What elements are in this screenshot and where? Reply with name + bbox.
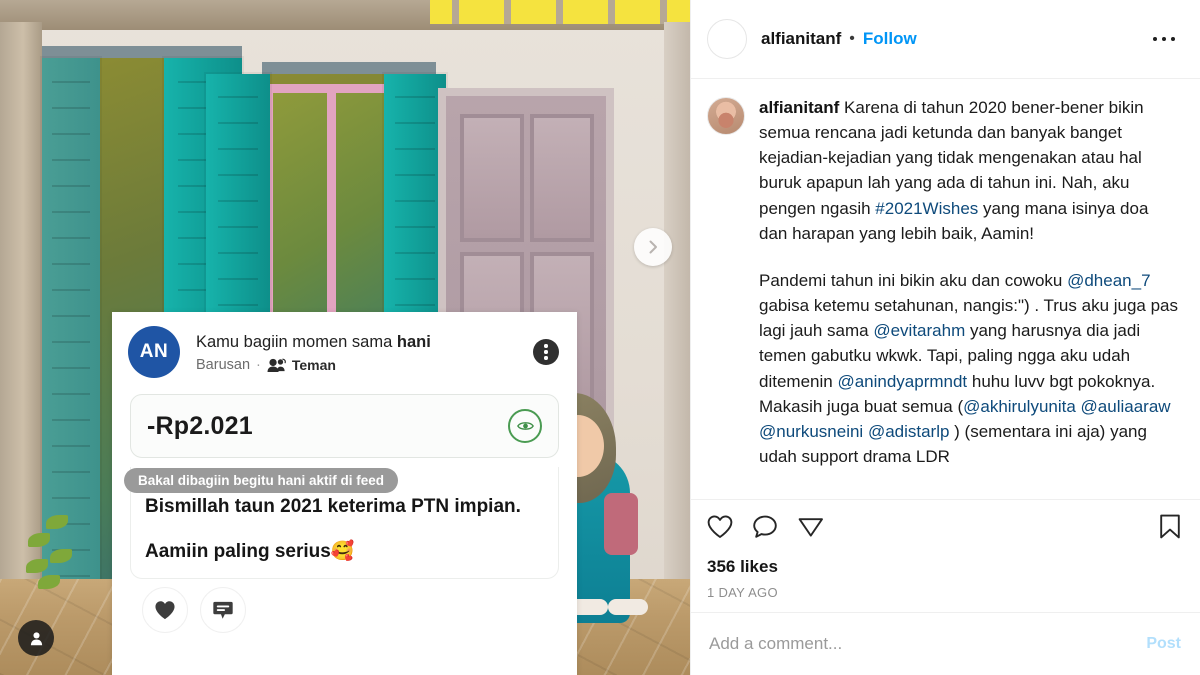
likes-count[interactable]: 356 likes [707,557,1181,577]
post-sidebar: alfianitanf • Follow alfianitanf Karena … [690,0,1200,675]
card-visibility-button[interactable] [508,409,542,443]
follow-button[interactable]: Follow [863,29,917,49]
friends-group-icon [267,358,286,372]
chevron-right-icon [649,240,657,254]
card-audience: Teman [291,357,336,374]
comment-bubble-icon [213,601,233,619]
caption-text: alfianitanf Karena di tahun 2020 bener-b… [759,95,1181,469]
bookmark-icon [1160,514,1180,539]
comment-composer: Post [691,612,1200,675]
author-username[interactable]: alfianitanf [761,29,841,49]
caption-link[interactable]: @nurkusneini [759,422,863,441]
comment-icon [753,515,777,538]
card-header: AN Kamu bagiin momen sama hani Barusan · [112,312,577,386]
author-avatar[interactable] [707,19,747,59]
instagram-post-screenshot: AN Kamu bagiin momen sama hani Barusan · [0,0,1200,675]
card-time: Barusan [196,357,251,374]
card-tooltip: Bakal dibagiin begitu hani aktif di feed [124,468,399,493]
post-comment-button[interactable]: Post [1146,635,1181,653]
card-amount-row: -Rp2.021 [130,394,559,458]
card-comment-button[interactable] [200,587,246,633]
comment-input[interactable] [707,633,1147,655]
photo-right-post [664,22,690,675]
share-button[interactable] [798,515,824,544]
photo-plant [24,463,84,589]
caption-link[interactable]: @anindyaprmndt [837,372,967,391]
card-amount-value: -Rp2.021 [147,411,253,440]
caption-area: alfianitanf Karena di tahun 2020 bener-b… [691,79,1200,499]
card-meta: Barusan · Teman [196,357,533,373]
card-meta-dot: · [256,357,261,374]
eye-visibility-icon [516,422,534,430]
card-title-name: hani [396,332,431,351]
person-tag-icon [30,631,42,645]
card-avatar: AN [128,326,180,378]
caption-username[interactable]: alfianitanf [759,98,839,117]
card-more-button[interactable] [533,339,559,365]
sidebar-header: alfianitanf • Follow [691,0,1200,79]
card-action-row [112,579,577,633]
post-options-button[interactable] [1147,31,1182,48]
caption-text-span: Pandemi tahun ini bikin aku dan cowoku [759,270,1068,290]
card-message-line-2: Aamiin paling serius🥰 [145,540,355,562]
heart-icon [707,515,733,538]
post-actions: 356 likes 1 DAY AGO [691,499,1200,612]
caption-link[interactable]: @auliaaraw [1081,397,1171,416]
comment-button[interactable] [753,515,778,544]
caption-paragraph-1: Karena di tahun 2020 bener-bener bikin s… [759,98,1148,243]
caption-row: alfianitanf Karena di tahun 2020 bener-b… [707,95,1181,469]
shared-moment-card: AN Kamu bagiin momen sama hani Barusan · [112,312,577,675]
caption-link[interactable]: @evitarahm [873,321,965,340]
like-button[interactable] [707,515,733,544]
heart-filled-icon [155,601,175,620]
card-title-prefix: Kamu bagiin momen sama [196,332,397,351]
caption-link[interactable]: @adistarlp [868,422,950,441]
save-button[interactable] [1159,514,1181,545]
caption-link[interactable]: #2021Wishes [875,199,978,218]
card-message-line-1: Bismillah taun 2021 keterima PTN impian. [145,496,521,517]
photo-yellow-band [430,0,690,24]
caption-link[interactable]: @akhirulyunita [963,397,1076,416]
caption-avatar[interactable] [707,97,745,135]
header-separator: • [849,30,855,47]
carousel-next-button[interactable] [634,228,672,266]
tagged-people-button[interactable] [18,620,54,656]
share-paper-plane-icon [798,518,823,537]
caption-paragraph-2: Pandemi tahun ini bikin aku dan cowoku @… [759,268,1181,469]
card-title: Kamu bagiin momen sama hani [196,331,533,353]
caption-link[interactable]: @dhean_7 [1067,271,1150,290]
card-like-button[interactable] [142,587,188,633]
post-media[interactable]: AN Kamu bagiin momen sama hani Barusan · [0,0,690,675]
action-icon-row [707,514,1181,545]
post-timestamp: 1 DAY AGO [707,585,778,600]
